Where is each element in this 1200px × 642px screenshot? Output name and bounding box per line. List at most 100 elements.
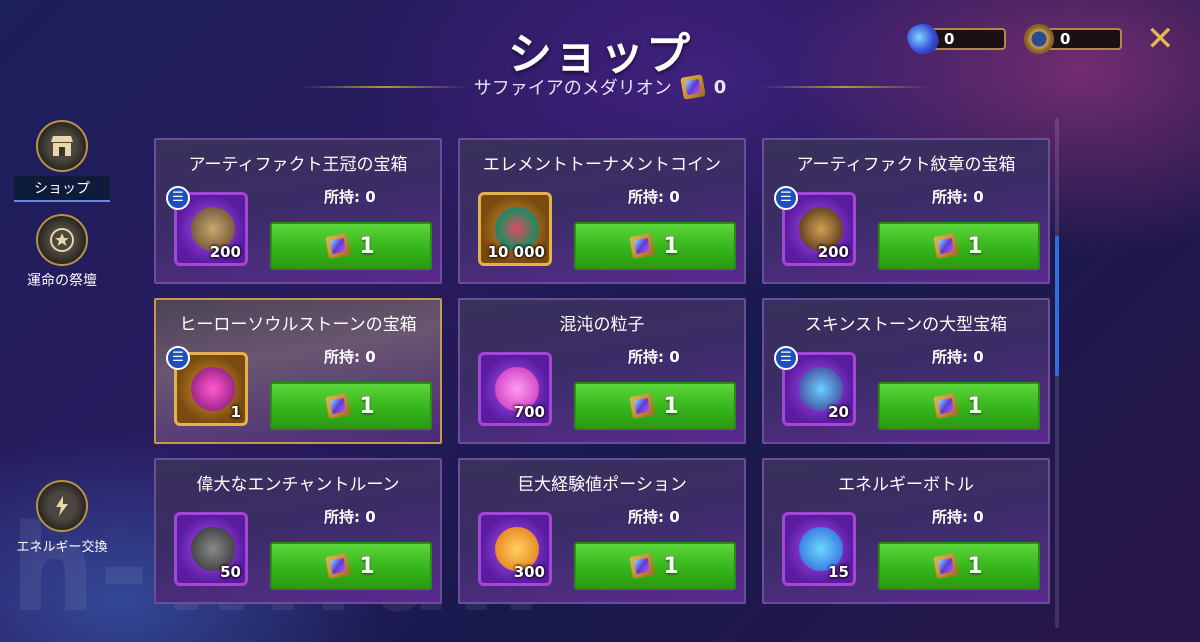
item-thumbnail[interactable]: 50 — [174, 512, 248, 586]
sidebar-item-energy-exchange[interactable]: エネルギー交換 — [14, 480, 110, 555]
item-name: ヒーローソウルストーンの宝箱 — [179, 315, 417, 335]
close-icon: ✕ — [1146, 19, 1175, 59]
buy-button[interactable]: 1 — [878, 222, 1040, 270]
owned-count: 所持: 0 — [628, 346, 680, 367]
owned-count: 所持: 0 — [324, 506, 376, 527]
item-quantity: 200 — [209, 243, 241, 261]
item-name: アーティファクト紋章の宝箱 — [796, 155, 1016, 175]
buy-price: 1 — [359, 553, 375, 579]
info-list-icon[interactable]: ☰ — [166, 186, 190, 210]
buy-button[interactable]: 1 — [878, 382, 1040, 430]
owned-label: 所持: — [932, 188, 974, 206]
item-thumbnail[interactable]: 700 — [478, 352, 552, 426]
owned-count: 所持: 0 — [628, 506, 680, 527]
sidebar-label-energy-exchange: エネルギー交換 — [16, 540, 108, 555]
buy-button[interactable]: 1 — [574, 382, 736, 430]
owned-label: 所持: — [324, 508, 366, 526]
owned-count: 所持: 0 — [628, 186, 680, 207]
shop-item-card[interactable]: ヒーローソウルストーンの宝箱所持: 0 1 ☰ 1 — [154, 298, 442, 444]
sapphire-medallion-icon — [679, 74, 706, 100]
buy-price: 1 — [359, 393, 375, 419]
resource-energy: 0 — [903, 19, 1006, 59]
buy-price: 1 — [967, 393, 983, 419]
buy-button[interactable]: 1 — [270, 222, 432, 270]
scrollbar-thumb[interactable] — [1055, 236, 1059, 376]
owned-label: 所持: — [628, 348, 670, 366]
item-name: エネルギーボトル — [838, 475, 974, 495]
owned-count: 所持: 0 — [932, 346, 984, 367]
owned-value: 0 — [669, 348, 680, 366]
sidebar-item-altar[interactable]: 運命の祭壇 — [14, 214, 110, 290]
item-name: スキンストーンの大型宝箱 — [804, 315, 1008, 335]
buy-price: 1 — [663, 393, 679, 419]
shop-item-card[interactable]: エネルギーボトル所持: 0 15 1 — [762, 458, 1050, 604]
owned-value: 0 — [973, 188, 984, 206]
item-thumbnail[interactable]: 10 000 — [478, 192, 552, 266]
item-quantity: 200 — [817, 243, 849, 261]
item-art-icon — [191, 367, 235, 411]
item-thumbnail[interactable]: 300 — [478, 512, 552, 586]
item-quantity: 15 — [828, 563, 849, 581]
item-name: 巨大経験値ポーション — [517, 475, 687, 495]
item-quantity: 50 — [220, 563, 241, 581]
owned-label: 所持: — [628, 188, 670, 206]
owned-count: 所持: 0 — [932, 186, 984, 207]
energy-exchange-icon — [36, 480, 88, 532]
owned-label: 所持: — [324, 188, 366, 206]
shop-item-card[interactable]: アーティファクト王冠の宝箱 所持: 0 200 ☰ 1 — [154, 138, 442, 284]
sidebar-item-shop[interactable]: ショップ — [14, 120, 110, 202]
owned-label: 所持: — [628, 508, 670, 526]
item-quantity: 300 — [513, 563, 545, 581]
item-name: エレメントトーナメントコイン — [483, 155, 721, 175]
owned-count: 所持: 0 — [324, 346, 376, 367]
buy-button[interactable]: 1 — [270, 542, 432, 590]
shop-item-card[interactable]: 偉大なエンチャントルーン所持: 0 50 1 — [154, 458, 442, 604]
owned-label: 所持: — [324, 348, 366, 366]
sapphire-medallion-icon — [629, 553, 656, 579]
page-title: ショップ — [508, 29, 692, 80]
shop-item-card[interactable]: 巨大経験値ポーション所持: 0 300 1 — [458, 458, 746, 604]
buy-price: 1 — [663, 233, 679, 259]
buy-button[interactable]: 1 — [574, 222, 736, 270]
buy-button[interactable]: 1 — [878, 542, 1040, 590]
shop-item-card[interactable]: エレメントトーナメントコイン所持: 0 10 000 1 — [458, 138, 746, 284]
sidebar-label-shop: ショップ — [14, 176, 110, 202]
star-badge-icon — [1024, 24, 1054, 54]
sapphire-medallion-icon — [629, 233, 656, 259]
info-list-icon[interactable]: ☰ — [774, 346, 798, 370]
item-quantity: 20 — [828, 403, 849, 421]
medallion-count: 0 — [713, 76, 727, 98]
owned-value: 0 — [365, 348, 376, 366]
sapphire-medallion-icon — [933, 233, 960, 259]
shop-item-card[interactable]: スキンストーンの大型宝箱所持: 0 20 ☰ 1 — [762, 298, 1050, 444]
medallion-label: サファイアのメダリオン — [473, 78, 672, 99]
info-list-icon[interactable]: ☰ — [166, 346, 190, 370]
sapphire-medallion-icon — [933, 393, 960, 419]
shop-item-card[interactable]: 混沌の粒子所持: 0 700 1 — [458, 298, 746, 444]
owned-value: 0 — [973, 348, 984, 366]
buy-price: 1 — [663, 553, 679, 579]
item-name: 混沌の粒子 — [559, 315, 645, 335]
shop-item-card[interactable]: アーティファクト紋章の宝箱所持: 0 200 ☰ 1 — [762, 138, 1050, 284]
shop-icon — [36, 120, 88, 172]
item-quantity: 700 — [513, 403, 545, 421]
owned-value: 0 — [973, 508, 984, 526]
owned-value: 0 — [365, 188, 376, 206]
owned-value: 0 — [365, 508, 376, 526]
item-name: 偉大なエンチャントルーン — [196, 475, 400, 495]
sapphire-medallion-icon — [933, 553, 960, 579]
buy-button[interactable]: 1 — [270, 382, 432, 430]
star-altar-icon — [36, 214, 88, 266]
owned-count: 所持: 0 — [324, 186, 376, 207]
info-list-icon[interactable]: ☰ — [774, 186, 798, 210]
owned-label: 所持: — [932, 348, 974, 366]
owned-value: 0 — [669, 508, 680, 526]
item-thumbnail[interactable]: 15 — [782, 512, 856, 586]
sidebar-label-altar: 運命の祭壇 — [27, 273, 97, 289]
close-button[interactable]: ✕ — [1146, 22, 1175, 56]
item-quantity: 1 — [230, 403, 241, 421]
buy-price: 1 — [967, 233, 983, 259]
sapphire-medallion-icon — [325, 393, 352, 419]
buy-button[interactable]: 1 — [574, 542, 736, 590]
owned-count: 所持: 0 — [932, 506, 984, 527]
